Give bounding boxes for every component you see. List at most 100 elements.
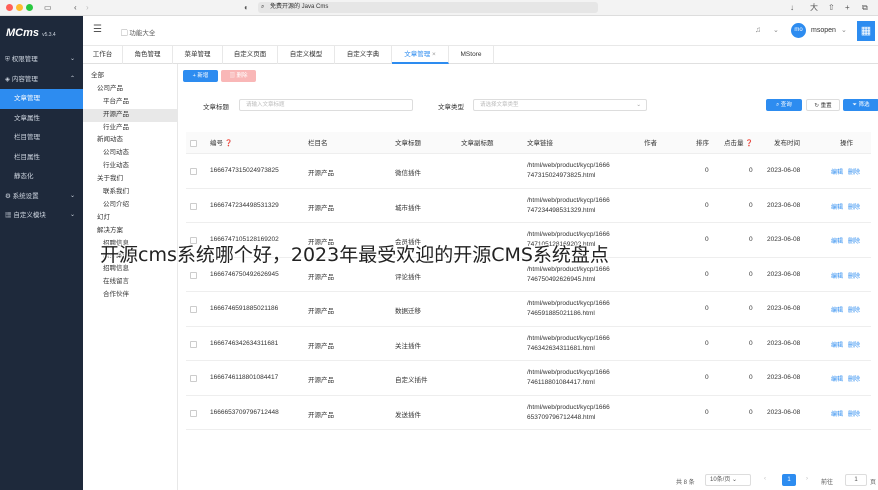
query-button[interactable]: ⌕ 查询 [766, 99, 802, 111]
row-checkbox[interactable] [190, 306, 197, 314]
tree-node[interactable]: 新闻动态 [83, 134, 177, 147]
sidebar-item-content[interactable]: ◈ 内容管理 ⌃ [0, 70, 83, 90]
delete-link[interactable]: 删除 [848, 236, 860, 245]
tree-node[interactable]: 开源产品 [83, 108, 177, 122]
user-name[interactable]: msopen [811, 27, 836, 34]
row-checkbox[interactable] [190, 340, 197, 348]
tab-roles[interactable]: 角色管理 [123, 46, 173, 64]
edit-link[interactable]: 编辑 [831, 167, 843, 176]
tabs-overview-icon[interactable]: ⧉ [862, 2, 868, 13]
row-checkbox[interactable] [190, 202, 197, 210]
row-checkbox[interactable] [190, 409, 197, 417]
delete-link[interactable]: 删除 [848, 202, 860, 211]
edit-link[interactable]: 编辑 [831, 305, 843, 314]
tree-node[interactable]: 平台产品 [83, 96, 177, 109]
type-filter-select[interactable]: 请选择文章类型 ⌄ [473, 99, 647, 111]
zoom-window-button[interactable] [26, 4, 33, 11]
tree-node[interactable]: 在线留言 [83, 276, 177, 289]
cell-column: 开源产品 [308, 273, 334, 281]
close-icon[interactable]: × [432, 51, 436, 58]
edit-link[interactable]: 编辑 [831, 409, 843, 418]
close-window-button[interactable] [6, 4, 13, 11]
apps-grid-icon[interactable]: ▦ [857, 21, 875, 41]
cell-sort: 0 [705, 236, 709, 244]
bell-icon[interactable]: ♫ [755, 25, 761, 34]
sidebar-item-columns[interactable]: 栏目管理 [0, 128, 83, 148]
cell-title: 自定义插件 [395, 377, 428, 385]
translate-icon[interactable]: 大 [810, 2, 818, 13]
row-checkbox[interactable] [190, 271, 197, 279]
page-size-select[interactable]: 10条/页 ⌄ [705, 474, 751, 486]
cell-date: 2023-06-08 [767, 270, 801, 278]
chevron-down-icon: ⌄ [636, 102, 641, 108]
sidebar-item-article-attrs[interactable]: 文章属性 [0, 109, 83, 129]
select-all-checkbox[interactable] [190, 140, 197, 147]
edit-link[interactable]: 编辑 [831, 340, 843, 349]
tree-node[interactable]: 关于我们 [83, 173, 177, 186]
edit-link[interactable]: 编辑 [831, 271, 843, 280]
row-checkbox[interactable] [190, 168, 197, 176]
back-icon[interactable]: ‹ [74, 2, 77, 13]
cell-sort: 0 [705, 374, 709, 382]
tree-node[interactable]: 公司动态 [83, 147, 177, 160]
sidebar-item-custom-module[interactable]: ▦ 自定义模块 ⌄ [0, 206, 83, 226]
new-tab-icon[interactable]: + [845, 2, 850, 13]
delete-link[interactable]: 删除 [848, 409, 860, 418]
minimize-window-button[interactable] [16, 4, 23, 11]
download-icon[interactable]: ↓ [790, 2, 794, 13]
browser-chrome: ▭ ‹ › ◐ ⌕ 免费开源的 Java Cms ↓ 大 ⇧ + ⧉ [0, 0, 878, 16]
delete-link[interactable]: 删除 [848, 340, 860, 349]
tab-custom-dict[interactable]: 自定义字典 [335, 46, 392, 64]
title-filter-input[interactable]: 请输入文章标题 [239, 99, 413, 111]
forward-icon[interactable]: › [86, 2, 89, 13]
delete-link[interactable]: 删除 [848, 305, 860, 314]
tab-menus[interactable]: 菜单管理 [173, 46, 223, 64]
tree-node[interactable]: 行业产品 [83, 122, 177, 135]
menu-toggle-icon[interactable]: ☰ [93, 24, 102, 35]
tab-mstore[interactable]: MStore [449, 46, 494, 64]
tree-node[interactable]: 公司产品 [83, 83, 177, 96]
edit-link[interactable]: 编辑 [831, 202, 843, 211]
delete-button[interactable]: ▥ 删除 [221, 70, 256, 82]
page-1-button[interactable]: 1 [782, 474, 796, 486]
row-checkbox[interactable] [190, 375, 197, 383]
tab-articles[interactable]: 文章管理 × [392, 46, 449, 64]
tree-node[interactable]: 全部 [83, 70, 177, 83]
delete-link[interactable]: 删除 [848, 271, 860, 280]
delete-link[interactable]: 删除 [848, 167, 860, 176]
edit-link[interactable]: 编辑 [831, 374, 843, 383]
chevron-down-icon[interactable]: ⌄ [773, 26, 779, 34]
goto-page-input[interactable]: 1 [845, 474, 867, 486]
sidebar-item-articles[interactable]: 文章管理 [0, 89, 83, 109]
chevron-down-icon: ⌄ [69, 212, 75, 218]
tree-node[interactable]: 行业动态 [83, 160, 177, 173]
sidebar-item-column-attrs[interactable]: 栏目属性 [0, 148, 83, 168]
sidebar-item-settings[interactable]: ⚙ 系统设置 ⌄ [0, 187, 83, 207]
next-page-button[interactable]: › [806, 476, 808, 482]
tree-node[interactable]: 合作伙伴 [83, 289, 177, 302]
tree-node[interactable]: 解决方案 [83, 225, 177, 238]
edit-link[interactable]: 编辑 [831, 236, 843, 245]
reset-button[interactable]: ↻ 重置 [806, 99, 840, 111]
tree-node[interactable]: 幻灯 [83, 212, 177, 225]
help-icon: ❓ [224, 140, 233, 147]
tree-node[interactable]: 联系我们 [83, 186, 177, 199]
filter-button[interactable]: ⏷ 筛选 [843, 99, 878, 111]
sidebar-toggle-icon[interactable]: ▭ [44, 2, 52, 13]
share-icon[interactable]: ⇧ [828, 2, 835, 13]
address-bar[interactable]: ⌕ 免费开源的 Java Cms [258, 2, 598, 13]
tab-custom-pages[interactable]: 自定义页面 [223, 46, 278, 64]
avatar[interactable]: mo [791, 23, 806, 38]
tree-node[interactable]: 公司介绍 [83, 199, 177, 212]
cell-hits: 0 [749, 305, 753, 313]
tab-dashboard[interactable]: 工作台 [83, 46, 123, 64]
delete-link[interactable]: 删除 [848, 374, 860, 383]
tab-custom-models[interactable]: 自定义模型 [278, 46, 335, 64]
page-tabs: 工作台 角色管理 菜单管理 自定义页面 自定义模型 自定义字典 文章管理 × M… [83, 46, 878, 64]
add-button[interactable]: + 新增 [183, 70, 218, 82]
sidebar-item-permissions[interactable]: ⛨ 权限管理 ⌄ [0, 50, 83, 70]
sidebar-item-static[interactable]: 静态化 [0, 167, 83, 187]
cell-date: 2023-06-08 [767, 339, 801, 347]
chevron-down-icon[interactable]: ⌄ [841, 26, 847, 34]
prev-page-button[interactable]: ‹ [764, 476, 766, 482]
